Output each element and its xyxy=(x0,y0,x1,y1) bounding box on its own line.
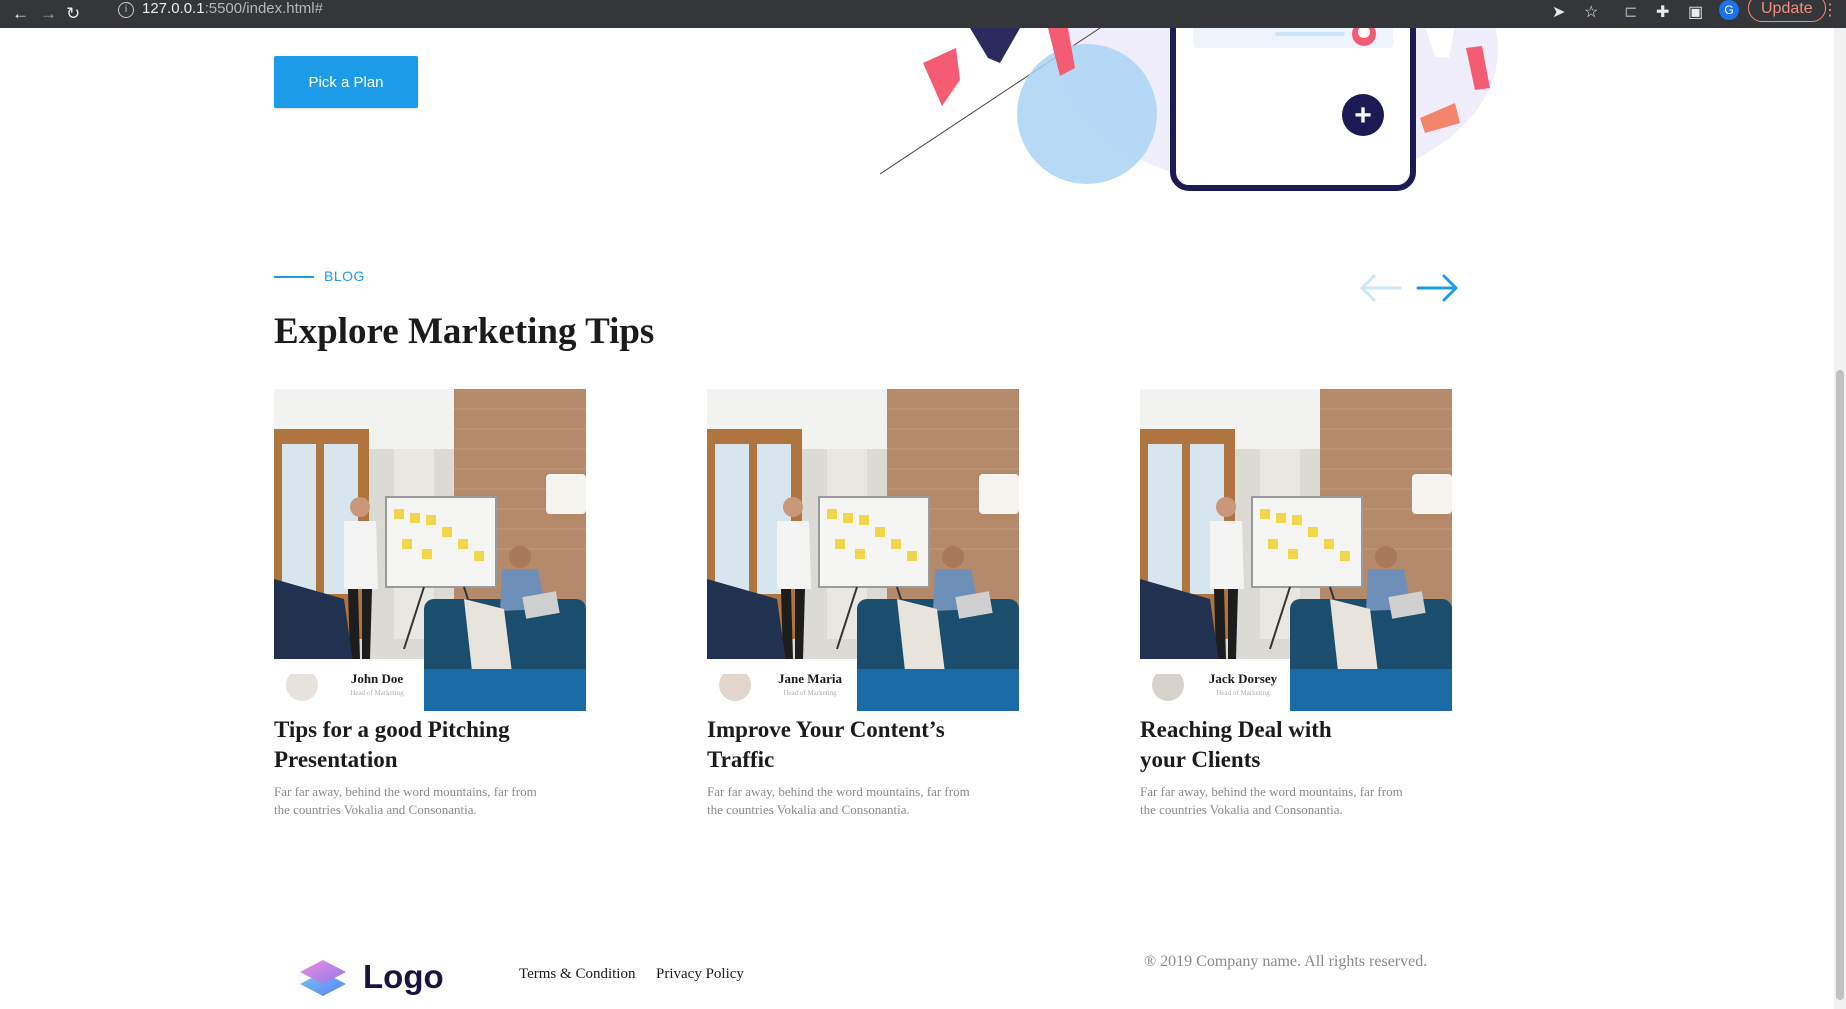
author-badge: Jack Dorsey Head of Marketing xyxy=(1140,659,1290,711)
arrow-right-icon xyxy=(1416,274,1458,302)
author-avatar xyxy=(719,669,751,701)
copyright-text: ® 2019 Company name. All rights reserved… xyxy=(1144,953,1428,970)
author-badge: Jane Maria Head of Marketing xyxy=(707,659,857,711)
extension-icon[interactable]: ⊏ xyxy=(1624,2,1637,22)
blog-card-title[interactable]: Improve Your Content’s Traffic xyxy=(707,715,1007,775)
svg-text:+: + xyxy=(1354,99,1372,132)
url-path: :5500/index.html# xyxy=(204,0,323,17)
blog-card-photo: Jane Maria Head of Marketing xyxy=(707,389,1019,711)
update-button[interactable]: Update xyxy=(1748,0,1826,22)
blog-card[interactable]: John Doe Head of Marketing Tips for a go… xyxy=(274,389,586,819)
carousel-prev-button[interactable] xyxy=(1358,272,1402,304)
author-name: Jack Dorsey xyxy=(1208,671,1278,686)
arrow-left-icon xyxy=(1360,274,1402,302)
scrollbar-thumb[interactable] xyxy=(1836,370,1844,1000)
send-icon[interactable]: ➤ xyxy=(1552,2,1565,22)
browser-toolbar: ← → ↻ i 127.0.0.1:5500/index.html# ➤ ☆ ⊏… xyxy=(0,0,1846,28)
blog-section-title: Explore Marketing Tips xyxy=(274,311,655,352)
back-arrow-icon[interactable]: ← xyxy=(12,4,29,24)
blog-eyebrow: BLOG xyxy=(324,268,365,284)
blog-eyebrow-line xyxy=(274,276,314,278)
author-name: John Doe xyxy=(350,671,404,686)
pick-a-plan-button[interactable]: Pick a Plan xyxy=(274,56,418,108)
author-badge: John Doe Head of Marketing xyxy=(274,659,424,711)
privacy-policy-link[interactable]: Privacy Policy xyxy=(656,966,744,983)
address-bar[interactable]: 127.0.0.1:5500/index.html# xyxy=(142,0,323,18)
blog-card[interactable]: Jane Maria Head of Marketing Improve You… xyxy=(707,389,1019,819)
site-info-icon[interactable]: i xyxy=(118,2,134,18)
author-role: Head of Marketing xyxy=(1216,689,1270,697)
blog-card-title[interactable]: Reaching Deal with your Clients xyxy=(1140,715,1380,775)
carousel-next-button[interactable] xyxy=(1416,272,1460,304)
menu-dots-icon[interactable]: ⋮ xyxy=(1822,0,1838,20)
blog-card-title[interactable]: Tips for a good Pitching Presentation xyxy=(274,715,574,775)
side-panel-icon[interactable]: ▣ xyxy=(1688,2,1703,22)
blog-card-excerpt: Far far away, behind the word mountains,… xyxy=(707,784,970,817)
forward-arrow-icon[interactable]: → xyxy=(40,4,57,24)
logo-text[interactable]: Logo xyxy=(363,958,444,996)
blog-card[interactable]: Jack Dorsey Head of Marketing Reaching D… xyxy=(1140,389,1452,819)
blog-card-excerpt: Far far away, behind the word mountains,… xyxy=(274,784,537,817)
hero-illustration: + xyxy=(879,28,1498,191)
author-role: Head of Marketing xyxy=(350,689,404,697)
url-host: 127.0.0.1 xyxy=(142,0,205,17)
author-role: Head of Marketing xyxy=(783,689,837,697)
author-avatar xyxy=(1152,669,1184,701)
blog-card-excerpt: Far far away, behind the word mountains,… xyxy=(1140,784,1403,817)
logo-icon[interactable] xyxy=(298,958,348,998)
author-name: Jane Maria xyxy=(778,671,842,686)
author-avatar xyxy=(286,669,318,701)
blog-card-photo: John Doe Head of Marketing xyxy=(274,389,586,711)
bookmark-star-icon[interactable]: ☆ xyxy=(1584,2,1598,22)
profile-avatar[interactable]: G xyxy=(1719,0,1739,20)
reload-icon[interactable]: ↻ xyxy=(66,4,80,24)
blog-card-photo: Jack Dorsey Head of Marketing xyxy=(1140,389,1452,711)
puzzle-icon[interactable]: ✚ xyxy=(1656,2,1669,22)
terms-link[interactable]: Terms & Condition xyxy=(519,966,635,983)
